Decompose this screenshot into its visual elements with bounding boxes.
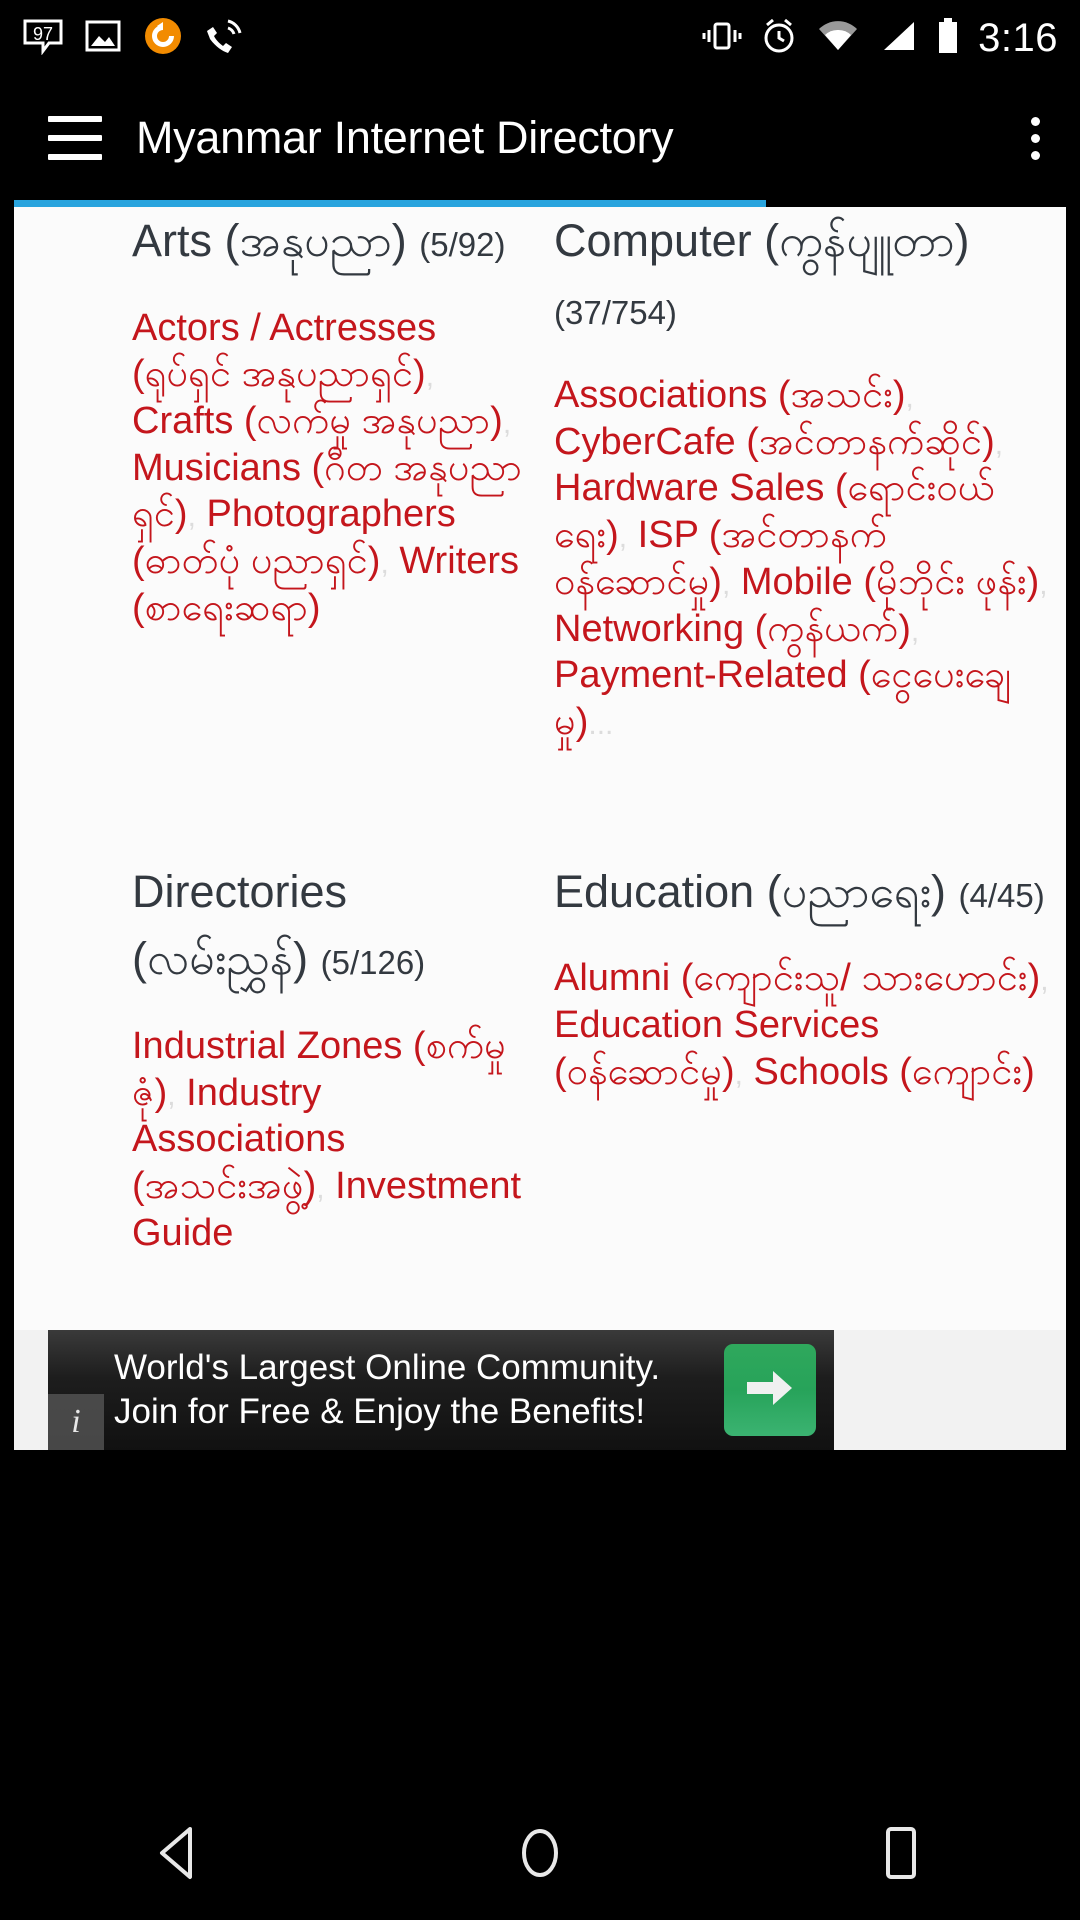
list-item[interactable]: CyberCafe (အင်တာနက်ဆိုင်) [554,421,995,463]
category-name-my: (အနုပညာ) [224,215,407,266]
category-row: Directories (လမ်းညွှန်) (5/126) Industri… [14,858,1066,1257]
category-heading: Education (ပညာရေး) (4/45) [554,858,1056,926]
link-separator: , [187,500,196,534]
svg-text:97: 97 [33,24,53,44]
link-separator: , [502,406,512,440]
list-item[interactable]: Associations (အသင်း) [554,374,906,416]
row-spacer [14,746,1066,858]
more-vertical-icon[interactable] [1031,116,1040,160]
nav-recents-button[interactable] [810,1790,990,1920]
link-separator: , [905,381,914,414]
ad-cta-button[interactable] [724,1344,816,1436]
link-separator: , [1039,567,1048,601]
category-links: Actors / Actresses (ရုပ်ရှင် အနုပညာရှင်)… [132,305,530,632]
category-links: Alumni (ကျောင်းသူ/ သားဟောင်း), Education… [554,955,1056,1095]
category-count: (5/92) [419,226,506,263]
ad-line-1: World's Largest Online Community. [114,1347,661,1387]
status-bar-clock: 3:16 [978,16,1058,60]
category-name-en: Computer [554,215,752,266]
hamburger-menu-icon[interactable] [48,116,102,160]
link-separator: , [721,567,731,601]
back-triangle-icon [152,1823,208,1888]
category-arts: Arts (အနုပညာ) (5/92) Actors / Actresses … [14,207,540,746]
link-separator: , [618,521,628,555]
page-title: Myanmar Internet Directory [136,112,674,163]
category-name-en: Directories [132,865,348,917]
category-count: (37/754) [554,293,677,331]
category-education: Education (ပညာရေး) (4/45) Alumni (ကျောင်… [540,858,1066,1257]
nav-back-button[interactable] [90,1790,270,1920]
alarm-clock-icon [760,17,798,60]
status-bar-right-icons: 3:16 [702,17,1080,60]
screen-bottom-fill [0,1450,1080,1790]
system-navigation-bar [0,1790,1080,1920]
category-directories: Directories (လမ်းညွှန်) (5/126) Industri… [14,858,540,1257]
battery-icon [936,17,960,60]
sync-circle-icon [142,15,184,62]
more-ellipsis: ... [588,708,614,742]
list-item[interactable]: Actors / Actresses (ရုပ်ရှင် အနုပညာရှင်) [132,307,436,396]
link-separator: , [380,547,389,581]
list-item[interactable]: Schools (ကျောင်း) [754,1051,1035,1093]
app-bar: Myanmar Internet Directory [0,76,1080,200]
category-name-en: Arts [132,215,213,266]
category-links: Associations (အသင်း), CyberCafe (အင်တာနက… [554,372,1056,746]
directory-grid: Arts (အနုပညာ) (5/92) Actors / Actresses … [14,207,1066,1257]
list-item[interactable]: Networking (ကွန်ယက်) [554,608,911,650]
list-item[interactable]: Payment-Related (ငွေပေးချေမှု) [554,654,1011,743]
link-separator: , [425,360,435,394]
webview-content[interactable]: Arts (အနုပညာ) (5/92) Actors / Actresses … [14,207,1066,1332]
nav-home-button[interactable] [450,1790,630,1920]
vibrate-icon [702,19,742,58]
status-bar-left-icons: 97 [0,15,246,62]
link-separator: , [994,427,1004,461]
category-name-my: (ကွန်ပျူတာ) [764,215,970,266]
wifi-icon [816,19,860,58]
sms-97-icon: 97 [22,17,64,60]
ad-info-icon[interactable]: i [48,1394,104,1450]
recents-square-icon [876,1823,924,1888]
arrow-right-icon [743,1365,797,1416]
signal-icon [878,19,918,58]
link-separator: , [734,1057,743,1091]
category-count: (5/126) [320,944,426,982]
category-heading: Directories (လမ်းညွှန်) (5/126) [132,858,530,993]
ad-info-label: i [71,1403,81,1440]
phone-screen: 97 3:16 Myanmar Internet Directory Arts … [0,0,1080,1920]
category-row: Arts (အနုပညာ) (5/92) Actors / Actresses … [14,207,1066,746]
category-name-en: Education [554,865,755,917]
list-item[interactable]: Alumni (ကျောင်းသူ/ သားဟောင်း) [554,957,1040,999]
link-separator: , [167,1078,176,1112]
gallery-image-icon [84,18,122,59]
category-heading: Computer (ကွန်ပျူတာ) (37/754) [554,207,1056,342]
category-links: Industrial Zones (စက်မှုဇုံ), Industry A… [132,1023,530,1257]
category-name-my: (ပညာရေး) [766,865,947,917]
link-separator: , [1040,964,1049,998]
category-count: (4/45) [958,876,1045,914]
home-circle-icon [512,1822,568,1889]
ad-text: World's Largest Online Community. Join f… [114,1346,660,1434]
link-separator: , [316,1172,325,1206]
list-item[interactable]: Crafts (လက်မှု အနုပညာ) [132,400,503,442]
list-item[interactable]: Mobile (မိုဘိုင်း ဖုန်း) [741,561,1039,603]
category-computer: Computer (ကွန်ပျူတာ) (37/754) Associatio… [540,207,1066,746]
phone-call-icon [204,15,246,62]
category-heading: Arts (အနုပညာ) (5/92) [132,207,530,275]
ad-banner[interactable]: World's Largest Online Community. Join f… [48,1330,834,1450]
category-name-my: (လမ်းညွှန်) [132,933,309,985]
link-separator: , [910,614,920,648]
accent-underline [14,200,766,207]
ad-line-2: Join for Free & Enjoy the Benefits! [114,1392,646,1431]
status-bar: 97 3:16 [0,0,1080,76]
